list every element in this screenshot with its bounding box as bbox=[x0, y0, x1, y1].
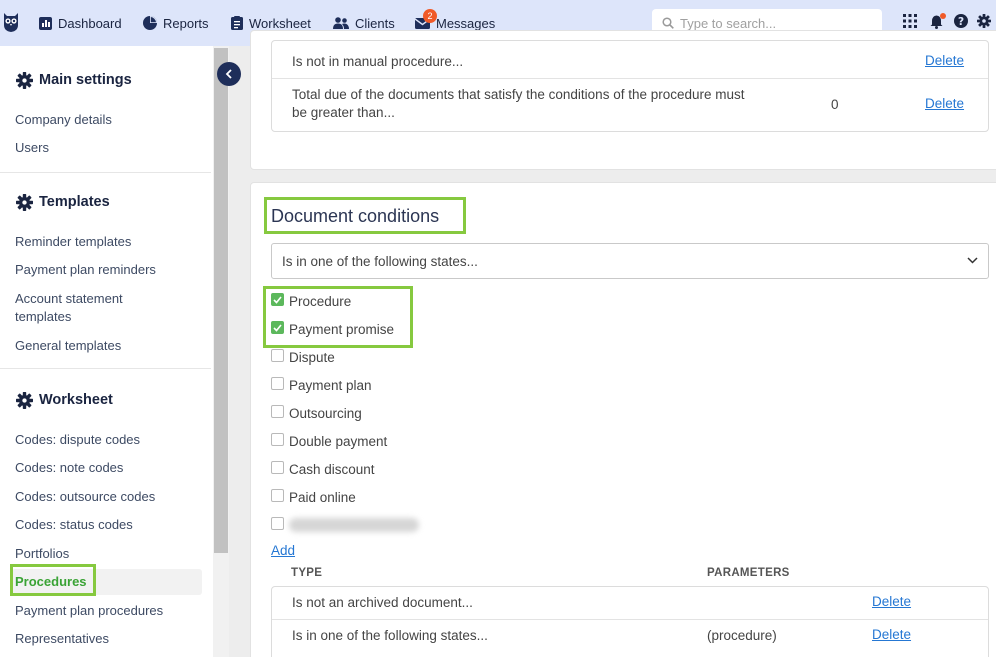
checkbox-label: Cash discount bbox=[289, 462, 375, 477]
section-templates: Templates bbox=[16, 192, 110, 212]
gear-icon bbox=[16, 193, 33, 211]
redacted-label bbox=[289, 518, 419, 532]
checkbox-label: Outsourcing bbox=[289, 406, 362, 421]
checkbox-payment-plan[interactable] bbox=[271, 377, 284, 390]
gear-icon bbox=[16, 71, 33, 89]
section-title: Templates bbox=[39, 194, 110, 210]
sidebar-item-status-codes[interactable]: Codes: status codes bbox=[15, 516, 133, 534]
section-title: Main settings bbox=[39, 72, 132, 88]
sidebar-item-users[interactable]: Users bbox=[15, 139, 49, 157]
condition-type: Is not an archived document... bbox=[292, 595, 473, 610]
checkbox-cash-discount[interactable] bbox=[271, 461, 284, 474]
delete-link[interactable]: Delete bbox=[925, 96, 964, 111]
table-row-separator bbox=[272, 78, 988, 79]
select-value: Is in one of the following states... bbox=[282, 253, 478, 269]
sidebar-item-payment-plan-reminders[interactable]: Payment plan reminders bbox=[15, 261, 156, 279]
sidebar-item-representatives[interactable]: Representatives bbox=[15, 630, 109, 648]
chart-icon bbox=[39, 16, 52, 30]
sidebar-item-account-statement-templates[interactable]: Account statement templates bbox=[15, 290, 123, 326]
clipboard-icon bbox=[231, 16, 243, 30]
section-worksheet: Worksheet bbox=[16, 390, 113, 410]
condition-param: (procedure) bbox=[707, 628, 777, 643]
condition-type-line: be greater than... bbox=[292, 105, 395, 120]
condition-type: Total due of the documents that satisfy … bbox=[292, 86, 812, 122]
sidebar-item-portfolios[interactable]: Portfolios bbox=[15, 545, 69, 563]
checkbox-double-payment[interactable] bbox=[271, 433, 284, 446]
svg-text:?: ? bbox=[958, 16, 964, 28]
gear-icon[interactable] bbox=[977, 14, 991, 28]
owl-logo-icon[interactable] bbox=[2, 11, 20, 33]
condition-type: Is not in manual procedure... bbox=[292, 54, 464, 69]
sidebar-item-label: Account statement bbox=[15, 291, 123, 306]
nav-dashboard[interactable]: Dashboard bbox=[39, 13, 122, 33]
checkbox-label: Payment plan bbox=[289, 378, 372, 393]
sidebar-item-payment-plan-procedures[interactable]: Payment plan procedures bbox=[15, 602, 163, 620]
condition-type-select[interactable]: Is in one of the following states... bbox=[271, 243, 989, 279]
section-title: Worksheet bbox=[39, 392, 113, 408]
sidebar-item-general-templates[interactable]: General templates bbox=[15, 337, 121, 355]
sidebar-item-reminder-templates[interactable]: Reminder templates bbox=[15, 233, 131, 251]
nav-reports-label: Reports bbox=[163, 15, 209, 31]
section-main-settings: Main settings bbox=[16, 70, 132, 90]
search-input[interactable] bbox=[680, 15, 870, 31]
sidebar-divider bbox=[0, 368, 211, 369]
delete-link[interactable]: Delete bbox=[872, 594, 911, 609]
sidebar-divider bbox=[0, 172, 211, 173]
table-row-separator bbox=[272, 619, 988, 620]
nav-clients-label: Clients bbox=[355, 15, 395, 31]
column-header-parameters: PARAMETERS bbox=[707, 567, 790, 579]
pie-icon bbox=[143, 16, 157, 30]
nav-worksheet-label: Worksheet bbox=[249, 15, 311, 31]
checkbox-outsourcing[interactable] bbox=[271, 405, 284, 418]
delete-link[interactable]: Delete bbox=[872, 627, 911, 642]
checkbox-paid-online[interactable] bbox=[271, 489, 284, 502]
users-icon bbox=[333, 17, 349, 29]
column-header-type: TYPE bbox=[291, 567, 323, 579]
nav-messages-label: Messages bbox=[436, 15, 496, 31]
checkbox-label: Paid online bbox=[289, 490, 356, 505]
search-icon bbox=[662, 17, 674, 29]
sidebar-item-outsource-codes[interactable]: Codes: outsource codes bbox=[15, 488, 155, 506]
checkbox-redacted[interactable] bbox=[271, 517, 284, 530]
highlight-procedures bbox=[10, 564, 96, 596]
sidebar-scroll-thumb[interactable] bbox=[214, 48, 228, 553]
collapse-sidebar-button[interactable] bbox=[217, 62, 241, 86]
highlight-title bbox=[264, 197, 466, 234]
checkbox-label: Dispute bbox=[289, 350, 335, 365]
nav-dashboard-label: Dashboard bbox=[58, 15, 122, 31]
chevron-left-icon bbox=[225, 69, 232, 79]
sidebar-item-company-details[interactable]: Company details bbox=[15, 111, 112, 129]
sidebar-item-dispute-codes[interactable]: Codes: dispute codes bbox=[15, 431, 140, 449]
chevron-down-icon bbox=[967, 257, 978, 264]
highlight-checked-options bbox=[263, 286, 413, 348]
help-icon[interactable]: ? bbox=[954, 14, 968, 28]
sidebar-item-note-codes[interactable]: Codes: note codes bbox=[15, 459, 123, 477]
nav-reports[interactable]: Reports bbox=[143, 13, 209, 33]
gear-icon bbox=[16, 391, 33, 409]
apps-grid-icon[interactable] bbox=[903, 14, 917, 28]
condition-param: 0 bbox=[831, 97, 839, 112]
checkbox-label: Double payment bbox=[289, 434, 388, 449]
delete-link[interactable]: Delete bbox=[925, 53, 964, 68]
condition-type-line: Total due of the documents that satisfy … bbox=[292, 87, 745, 102]
add-condition-link[interactable]: Add bbox=[271, 543, 295, 558]
checkbox-dispute[interactable] bbox=[271, 349, 284, 362]
notification-dot bbox=[940, 13, 946, 19]
messages-badge: 2 bbox=[423, 9, 437, 23]
condition-type: Is in one of the following states... bbox=[292, 628, 488, 643]
sidebar-item-label: templates bbox=[15, 309, 72, 324]
